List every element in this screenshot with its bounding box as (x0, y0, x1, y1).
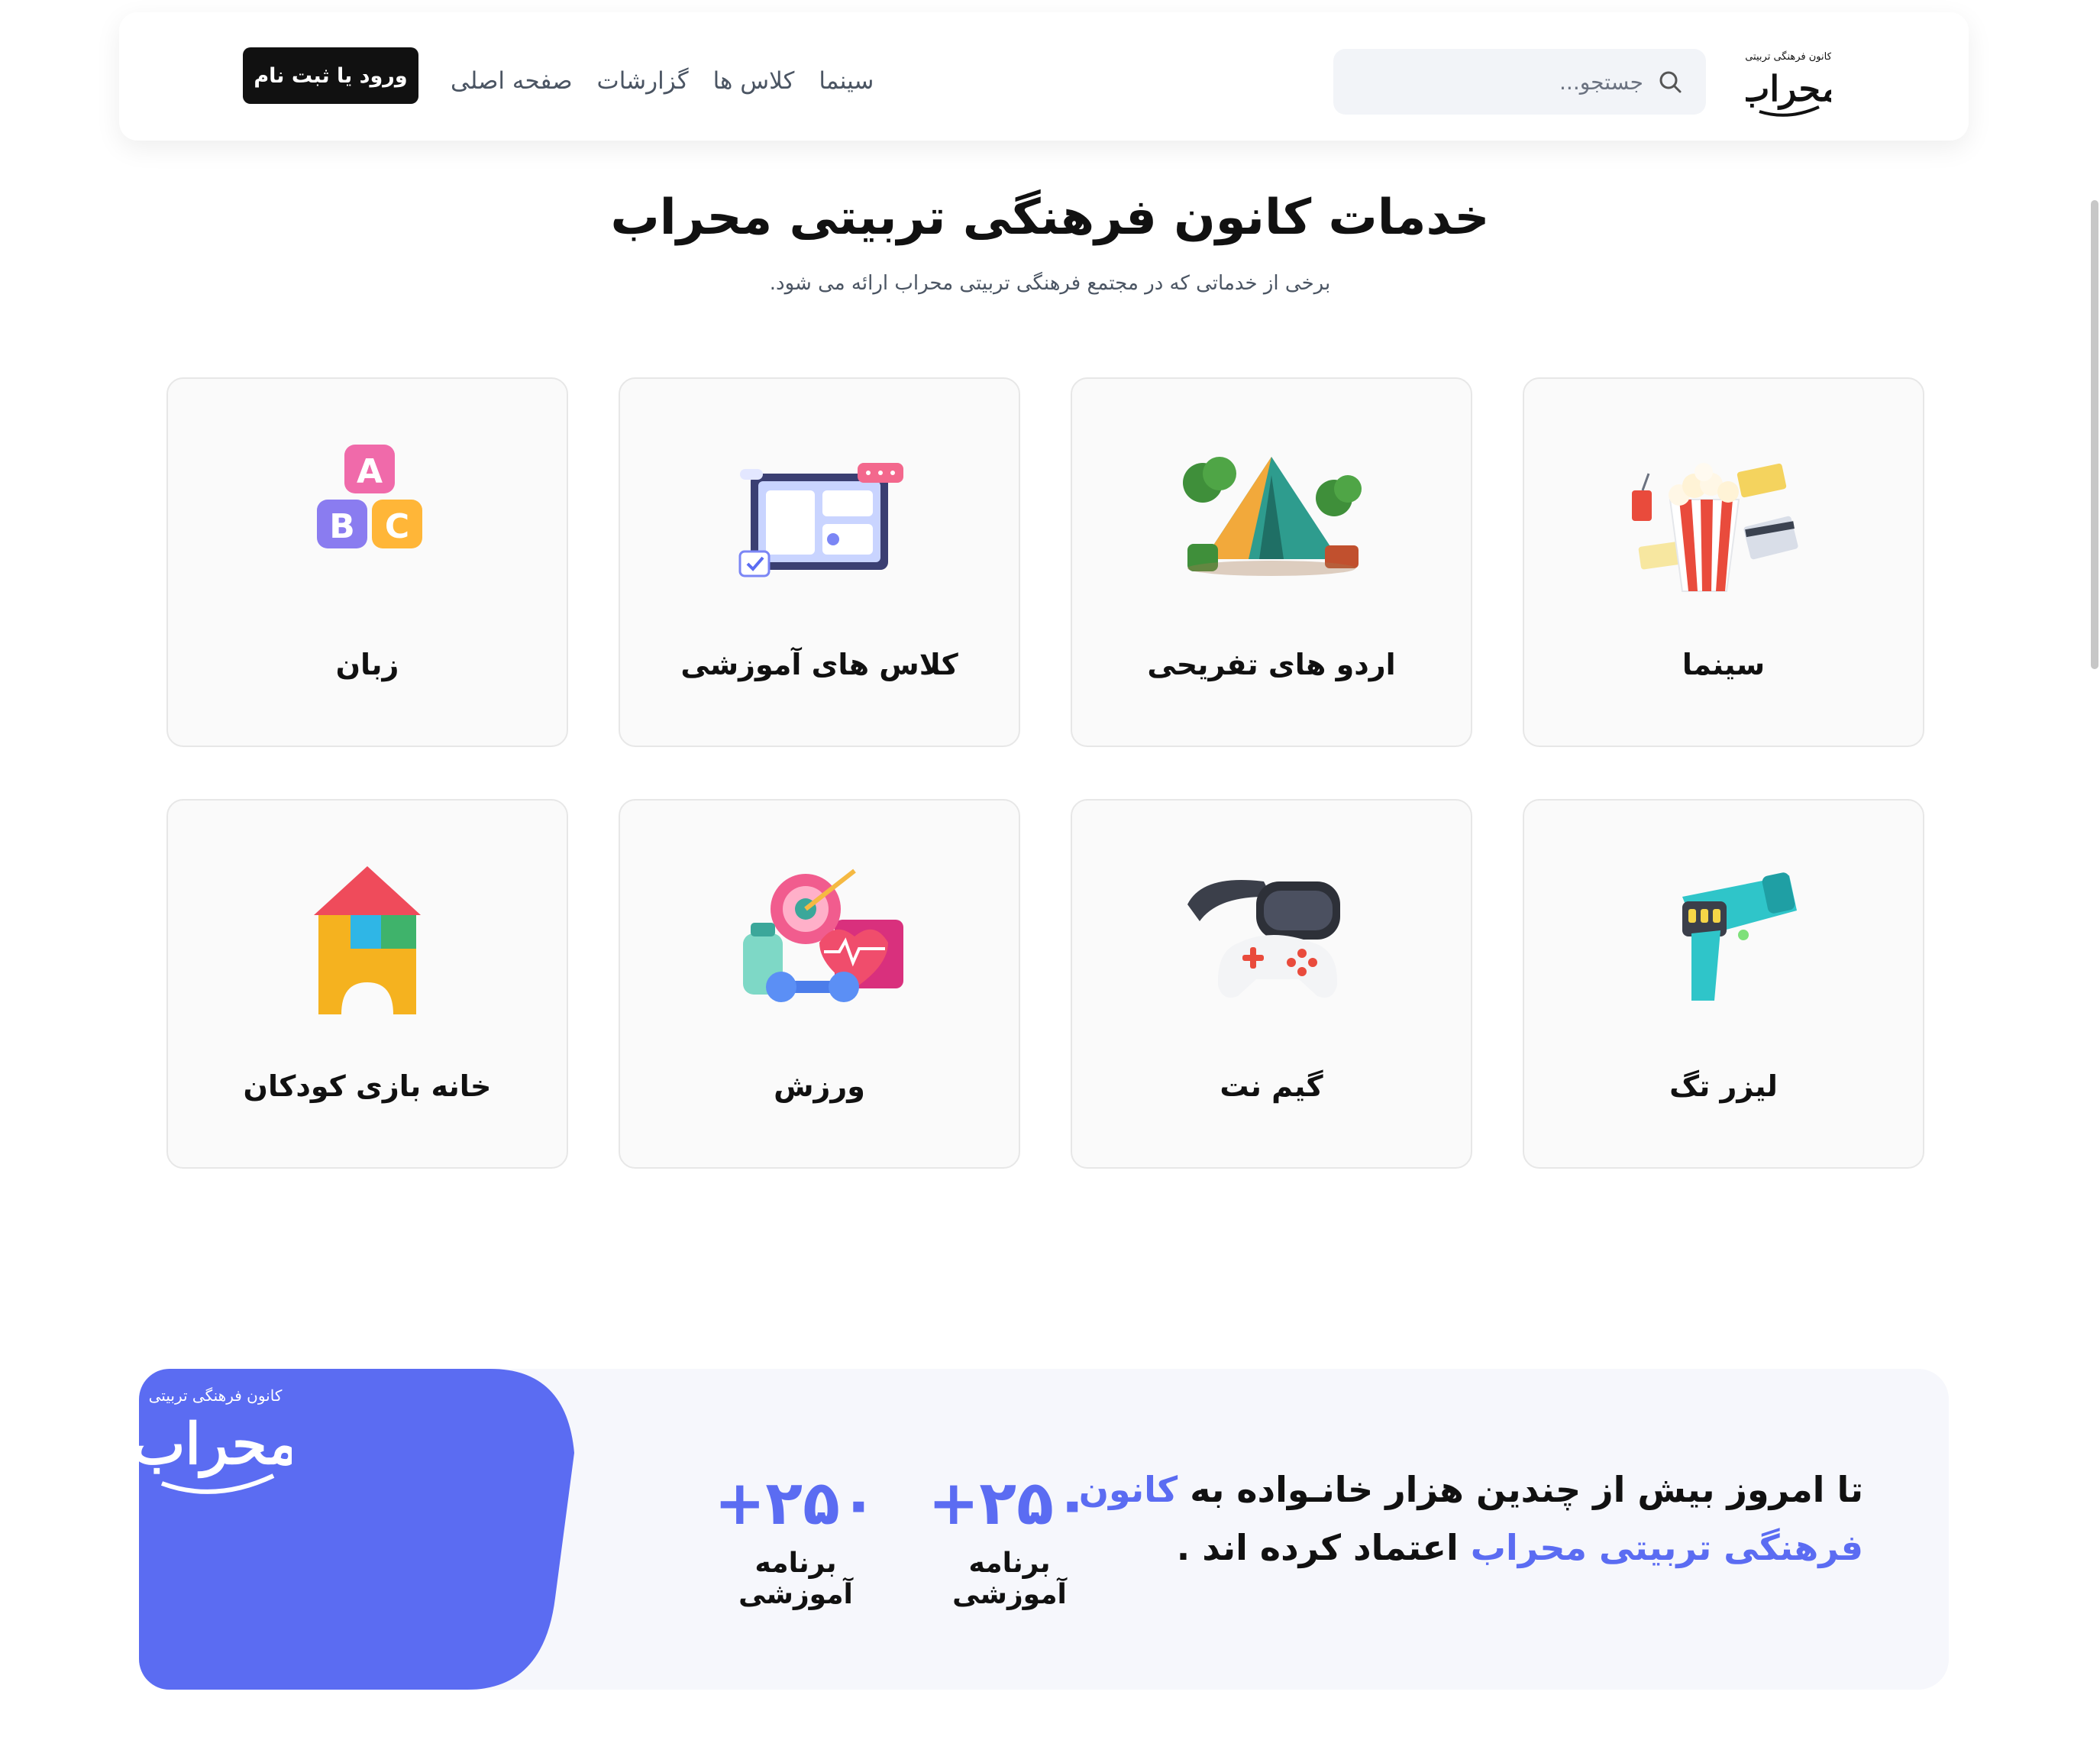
svg-text:A: A (357, 452, 383, 491)
services-title: خدمات کانون فرهنگی تربیتی محراب (610, 189, 1490, 246)
laser-gun-icon (1682, 872, 1797, 1001)
service-label: ورزش (774, 1069, 865, 1103)
scrollbar-thumb[interactable] (2091, 200, 2098, 669)
login-signup-button[interactable]: ورود یا ثبت نام (243, 47, 418, 104)
fitness-icon (743, 868, 903, 1002)
svg-text:C: C (385, 507, 409, 546)
service-label: اردو های تفریحی (1147, 648, 1396, 681)
stat-block: +۲۵۰ برنامه آموزشی (700, 1465, 891, 1610)
stat-value: +۲۵۰ (714, 1467, 877, 1538)
nav-link-home[interactable]: صفحه اصلی (451, 67, 573, 95)
popcorn-cinema-icon (1632, 463, 1798, 592)
mehrab-logo[interactable]: کانون فرهنگی تربیتی محراب (1737, 41, 1840, 127)
banner-logo-panel: کانون فرهنگی تربیتی محراب (139, 1369, 574, 1690)
mehrab-logo-mark: کانون فرهنگی تربیتی محراب (1737, 50, 1840, 117)
abc-blocks-icon: A B C (317, 445, 422, 548)
trust-banner: کانون فرهنگی تربیتی محراب تا امروز بیش ا… (139, 1369, 1949, 1690)
service-label: سینما (1682, 648, 1766, 681)
search-input[interactable] (1368, 69, 1643, 95)
page: کانون فرهنگی تربیتی محراب سینما کلاس ها … (0, 0, 2100, 1737)
stat-block: +۲۵۰ برنامه آموزشی (914, 1465, 1105, 1610)
stat-caption: برنامه آموزشی (952, 1548, 1067, 1610)
service-card-language[interactable]: A B C زبان (166, 377, 568, 747)
banner-logo-main-text: محراب (139, 1412, 292, 1479)
main-nav: سینما کلاس ها گزارشات صفحه اصلی (451, 58, 874, 104)
nav-link-cinema[interactable]: سینما (819, 67, 874, 95)
service-card-camping[interactable]: اردو های تفریحی (1071, 377, 1472, 747)
service-card-game-net[interactable]: گیم نت (1071, 799, 1472, 1169)
search-icon[interactable] (1657, 69, 1683, 95)
mehrab-logo-white: کانون فرهنگی تربیتی محراب (139, 1386, 292, 1494)
banner-headline: تا امروز بیش از چندین هزار خانـواده به ک… (1069, 1460, 1863, 1577)
service-card-sport[interactable]: ورزش (619, 799, 1020, 1169)
nav-link-reports[interactable]: گزارشات (597, 67, 689, 95)
banner-logo-top-text: کانون فرهنگی تربیتی (149, 1386, 283, 1405)
logo-top-text: کانون فرهنگی تربیتی (1746, 50, 1831, 63)
toy-house-icon (314, 866, 421, 1014)
site-header: کانون فرهنگی تربیتی محراب سینما کلاس ها … (119, 12, 1969, 141)
vr-gamepad-icon (1187, 880, 1340, 998)
stat-value: +۲۵۰ (928, 1467, 1091, 1538)
camping-tent-icon (1183, 457, 1362, 576)
services-grid: سینما اردو های تفریحی کلاس های آموزشی A … (165, 377, 1924, 1169)
online-class-icon (738, 463, 903, 577)
service-label: خانه بازی کودکان (243, 1069, 492, 1103)
services-subtitle: برخی از خدماتی که در مجتمع فرهنگی تربیتی… (769, 272, 1331, 295)
logo-main-text: محراب (1746, 68, 1831, 110)
page-scrollbar[interactable] (2089, 0, 2100, 1737)
service-card-cinema[interactable]: سینما (1523, 377, 1924, 747)
banner-text-part2: اعتماد کرده اند . (1176, 1527, 1471, 1568)
service-label: کلاس های آموزشی (680, 648, 958, 681)
banner-text-part1: تا امروز بیش از چندین هزار خانـواده به (1178, 1469, 1863, 1510)
service-card-laser-tag[interactable]: لیزر تگ (1523, 799, 1924, 1169)
service-card-classes[interactable]: کلاس های آموزشی (619, 377, 1020, 747)
service-label: گیم نت (1220, 1069, 1323, 1103)
service-label: زبان (335, 648, 399, 681)
search-box[interactable] (1333, 49, 1706, 115)
service-card-kids-playhouse[interactable]: خانه بازی کودکان (166, 799, 568, 1169)
service-label: لیزر تگ (1669, 1069, 1778, 1103)
stat-caption: برنامه آموزشی (738, 1548, 853, 1610)
svg-text:B: B (329, 507, 355, 546)
nav-link-classes[interactable]: کلاس ها (713, 67, 795, 95)
